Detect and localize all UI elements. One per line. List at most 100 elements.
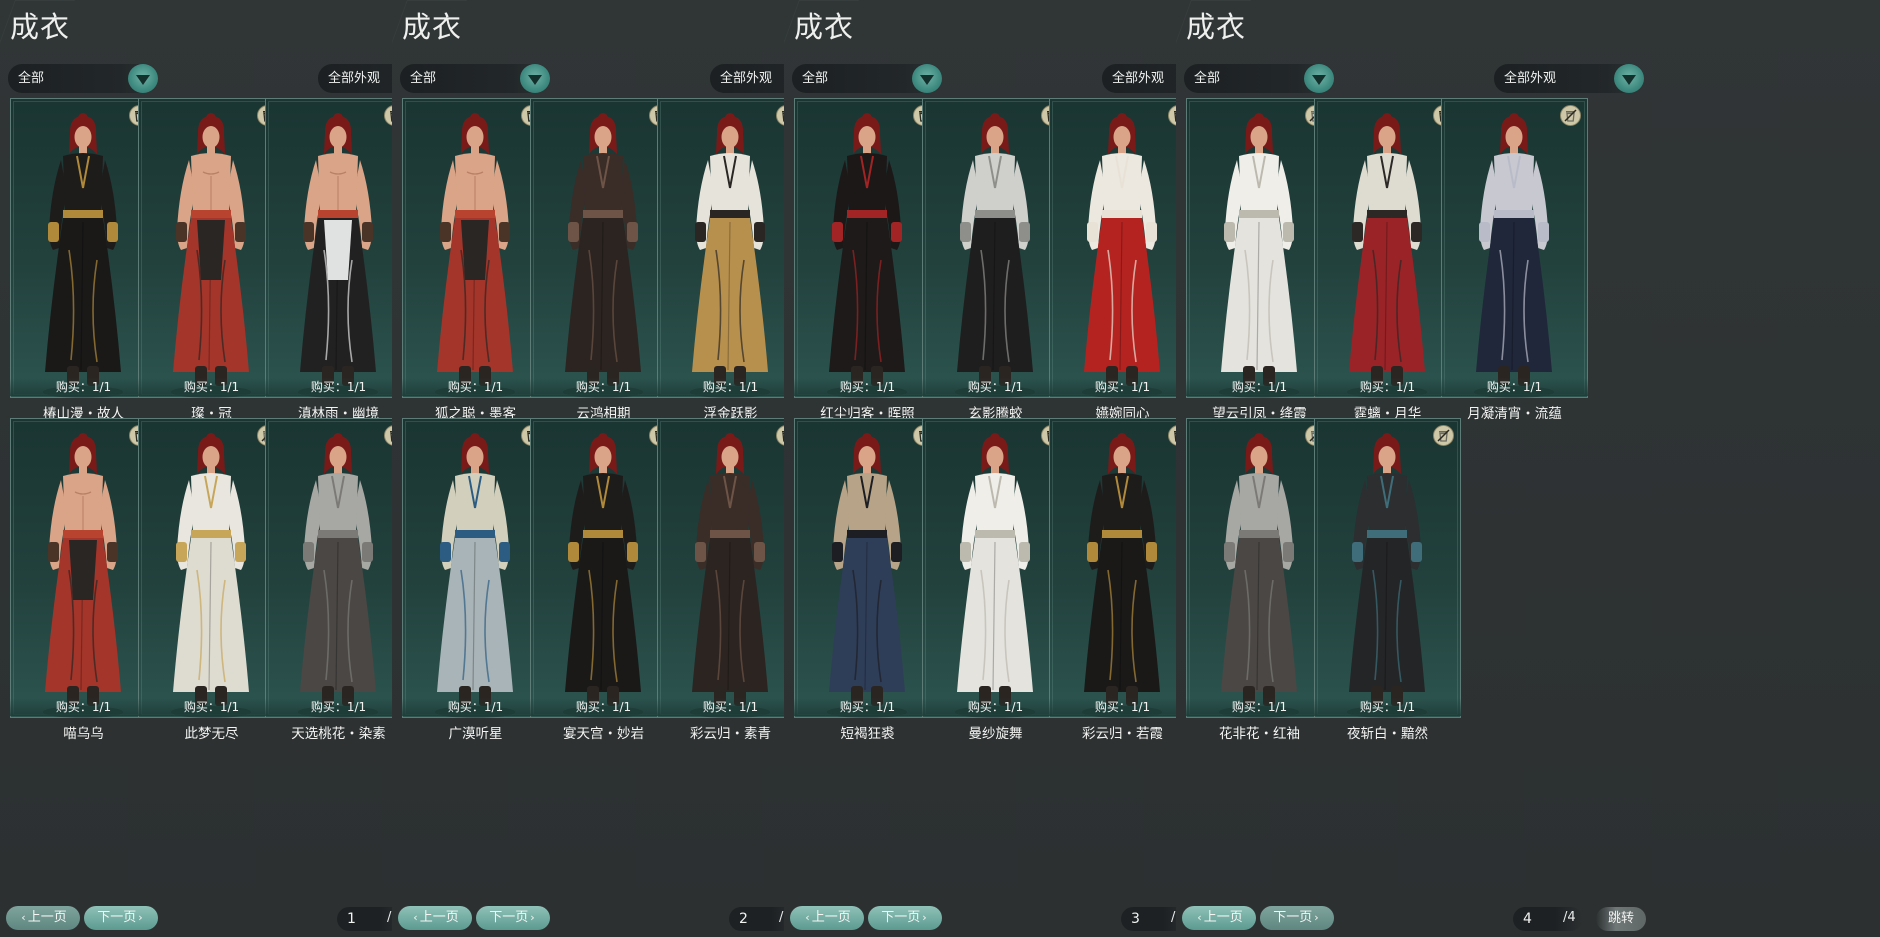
outfit-card[interactable]: 购买：1/1 广漠听星 [402, 418, 549, 742]
category-filter-dropdown[interactable]: 全部 [1184, 64, 1334, 93]
purchase-count: 购买：1/1 [530, 698, 677, 716]
outfit-card[interactable]: 购买：1/1 嬿婉同心 [1049, 98, 1196, 422]
chevron-left-icon: ‹ [21, 911, 26, 924]
chevron-left-icon: ‹ [413, 911, 418, 924]
chevron-down-icon[interactable] [520, 64, 550, 93]
character-preview [955, 433, 1035, 718]
outfit-card[interactable]: 购买：1/1 红尘归客・晖照 [794, 98, 941, 422]
next-page-label: 下一页 [1273, 910, 1313, 925]
panel-title: 成衣 [10, 10, 71, 44]
outfit-card[interactable]: 购买：1/1 天选桃花・染素 [265, 418, 412, 742]
next-page-label: 下一页 [881, 910, 921, 925]
character-preview [1082, 433, 1162, 718]
outfit-card[interactable]: 购买：1/1 滇林雨・幽境 [265, 98, 412, 422]
appearance-filter-value: 全部外观 [328, 71, 381, 86]
character-preview [690, 113, 770, 398]
character-preview [43, 113, 123, 398]
next-page-label: 下一页 [97, 910, 137, 925]
purchase-count: 购买：1/1 [402, 378, 549, 396]
outfit-card[interactable]: 购买：1/1 夜斩白・黯然 [1314, 418, 1461, 742]
purchase-count: 购买：1/1 [1314, 698, 1461, 716]
prev-page-button[interactable]: ‹ 上一页 [398, 906, 472, 930]
next-page-button[interactable]: 下一页 › [476, 906, 550, 930]
outfit-panel: 成衣 全部 全部外观 购买：1/1 望云引凤・绛霞 购买：1/1 霆螭・月华 购买：1/1 月凝… [1176, 0, 1880, 937]
outfit-card[interactable]: 购买：1/1 短褐狂裘 [794, 418, 941, 742]
character-preview [955, 113, 1035, 398]
prev-page-button[interactable]: ‹ 上一页 [1182, 906, 1256, 930]
outfit-card[interactable]: 购买：1/1 霆螭・月华 [1314, 98, 1461, 422]
appearance-filter-value: 全部外观 [720, 71, 773, 86]
chevron-left-icon: ‹ [805, 911, 810, 924]
category-filter-value: 全部 [410, 71, 437, 86]
page-number-input[interactable] [739, 910, 775, 928]
purchase-count: 购买：1/1 [794, 378, 941, 396]
outfit-card[interactable]: 购买：1/1 此梦无尽 [138, 418, 285, 742]
outfit-card[interactable]: 购买：1/1 璨・冠 [138, 98, 285, 422]
panel-title: 成衣 [402, 10, 463, 44]
category-filter-dropdown[interactable]: 全部 [8, 64, 158, 93]
outfit-card[interactable]: 购买：1/1 狐之聪・墨客 [402, 98, 549, 422]
outfit-card[interactable]: 购买：1/1 彩云归・素青 [657, 418, 804, 742]
purchase-count: 购买：1/1 [138, 378, 285, 396]
outfit-card[interactable]: 购买：1/1 云鸿相期 [530, 98, 677, 422]
purchase-count: 购买：1/1 [1314, 378, 1461, 396]
prev-page-button[interactable]: ‹ 上一页 [790, 906, 864, 930]
outfit-card[interactable]: 购买：1/1 花非花・红袖 [1186, 418, 1333, 742]
character-preview [1219, 433, 1299, 718]
jump-button[interactable]: 跳转 [1596, 907, 1646, 931]
chevron-left-icon: ‹ [1197, 911, 1202, 924]
appearance-filter-dropdown[interactable]: 全部外观 [1494, 64, 1644, 93]
purchase-count: 购买：1/1 [10, 698, 157, 716]
purchase-count: 购买：1/1 [922, 698, 1069, 716]
purchase-count: 购买：1/1 [10, 378, 157, 396]
chevron-right-icon: › [530, 911, 535, 924]
character-preview [298, 433, 378, 718]
chevron-right-icon: › [138, 911, 143, 924]
next-page-button[interactable]: 下一页 › [868, 906, 942, 930]
next-page-button[interactable]: 下一页 › [1260, 906, 1334, 930]
prev-page-button[interactable]: ‹ 上一页 [6, 906, 80, 930]
purchase-count: 购买：1/1 [1186, 378, 1333, 396]
chevron-down-icon[interactable] [1614, 64, 1644, 93]
chevron-down-icon[interactable] [1304, 64, 1334, 93]
character-preview [563, 433, 643, 718]
character-preview [1347, 113, 1427, 398]
prev-page-label: 上一页 [27, 910, 67, 925]
character-preview [298, 113, 378, 398]
purchase-count: 购买：1/1 [265, 378, 412, 396]
purchase-count: 购买：1/1 [1049, 698, 1196, 716]
outfit-name: 夜斩白・黯然 [1347, 726, 1428, 742]
category-filter-dropdown[interactable]: 全部 [792, 64, 942, 93]
no-trash-icon[interactable] [1560, 105, 1581, 126]
purchase-count: 购买：1/1 [138, 698, 285, 716]
wardrobe-screen: 成衣全部 全部外观购买：1/1 椿山漫・故人 购买：1/1 璨・冠 购买：1/1 滇林雨・幽… [0, 0, 1880, 937]
outfit-card[interactable]: 购买：1/1 彩云归・若霞 [1049, 418, 1196, 742]
outfit-card[interactable]: 购买：1/1 宴天宫・妙岩 [530, 418, 677, 742]
outfit-card[interactable]: 购买：1/1 玄影腾蛟 [922, 98, 1069, 422]
outfit-card[interactable]: 购买：1/1 月凝清宵・流蕴 [1441, 98, 1588, 422]
chevron-down-icon[interactable] [912, 64, 942, 93]
outfit-card[interactable]: 购买：1/1 曼纱旋舞 [922, 418, 1069, 742]
category-filter-dropdown[interactable]: 全部 [400, 64, 550, 93]
outfit-card[interactable]: 购买：1/1 喵乌乌 [10, 418, 157, 742]
chevron-down-icon[interactable] [128, 64, 158, 93]
outfit-card[interactable]: 购买：1/1 望云引凤・绛霞 [1186, 98, 1333, 422]
character-preview [1347, 433, 1427, 718]
outfit-card[interactable]: 购买：1/1 浮金跃影 [657, 98, 804, 422]
character-preview [1219, 113, 1299, 398]
outfit-card[interactable]: 购买：1/1 椿山漫・故人 [10, 98, 157, 422]
character-preview [171, 113, 251, 398]
chevron-right-icon: › [1314, 911, 1319, 924]
prev-page-label: 上一页 [1203, 910, 1243, 925]
chevron-right-icon: › [922, 911, 927, 924]
page-number-input[interactable] [1131, 910, 1167, 928]
character-preview [435, 113, 515, 398]
page-number-input[interactable] [1523, 910, 1559, 928]
no-trash-icon[interactable] [1433, 425, 1454, 446]
character-preview [171, 433, 251, 718]
purchase-count: 购买：1/1 [1441, 378, 1588, 396]
character-preview [43, 433, 123, 718]
purchase-count: 购买：1/1 [657, 698, 804, 716]
next-page-button[interactable]: 下一页 › [84, 906, 158, 930]
page-number-input[interactable] [347, 910, 383, 928]
